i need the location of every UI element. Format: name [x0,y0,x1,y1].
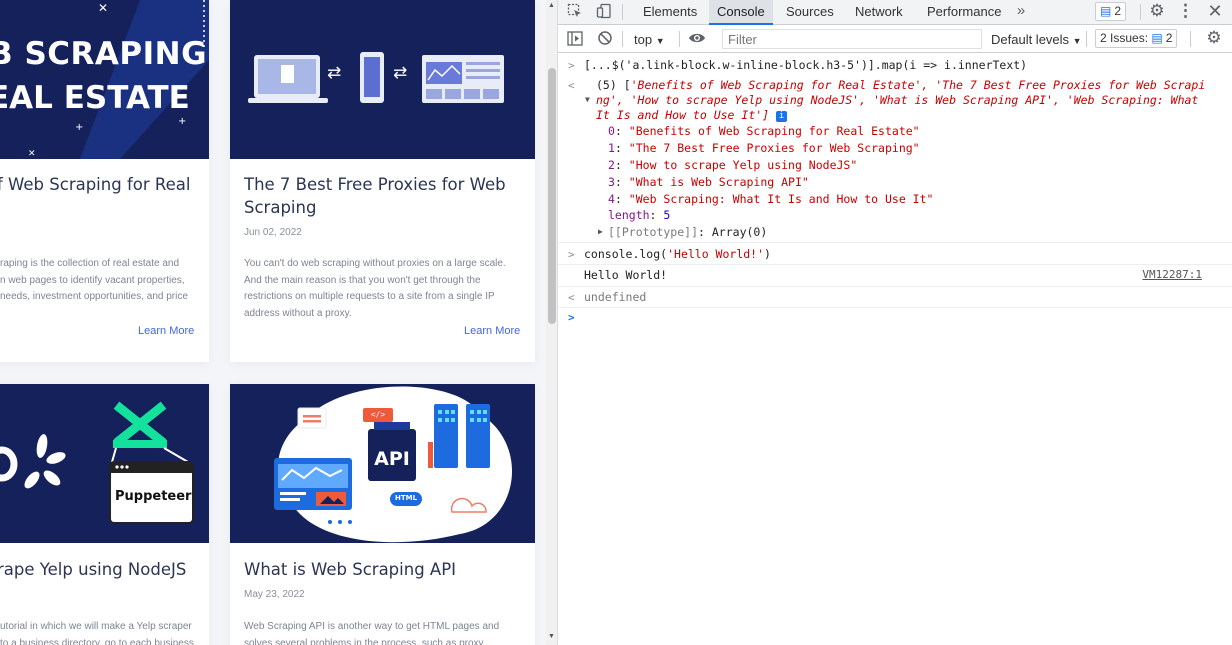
blog-card[interactable]: ✕ + + ✕ B SCRAPING EAL ESTATE f Web Scra… [0,0,209,362]
console-settings-icon[interactable]: ⚙ [1204,28,1224,48]
tab-elements[interactable]: Elements [635,0,705,25]
array-item[interactable]: 2: "How to scrape Yelp using NodeJS" [608,158,857,173]
card-description: utorial in which we will make a Yelp scr… [0,621,194,645]
entry-divider [558,242,1232,243]
input-prompt-icon: > [568,59,575,72]
entry-divider [558,264,1232,265]
proxies-illustration: ⇄ ⇄ [230,0,535,159]
messages-badge[interactable]: ▤ 2 [1095,2,1127,21]
result-arrow-icon: < [568,79,575,92]
card-description: Web Scraping API is another way to get H… [244,621,500,645]
banner-text-line1: B SCRAPING [0,36,208,72]
toolbar-divider [622,4,623,20]
collapsed-triangle-icon[interactable]: ▶ [598,227,603,236]
blog-card[interactable]: Puppeteer rape Yelp using NodeJS utorial… [0,384,209,645]
info-icon[interactable]: i [776,111,788,122]
close-devtools-icon[interactable]: ✕ [1206,1,1224,22]
blog-card[interactable]: API </> HTML What is Web Scraping API Ma… [230,384,535,645]
card-date: May 23, 2022 [244,589,305,600]
console-filter-input[interactable] [722,29,982,49]
svg-text:⇄: ⇄ [327,63,341,83]
yelp-puppeteer-illustration [0,384,209,543]
card-date: Jun 02, 2022 [244,227,302,238]
scroll-up-icon[interactable]: ▲ [548,2,555,9]
svg-text:+: + [178,116,186,127]
settings-gear-icon[interactable]: ⚙ [1146,1,1168,21]
api-label: API [374,448,410,470]
array-preview[interactable]: (5) ['Benefits of Web Scraping for Real … [596,78,1205,93]
more-tabs-icon[interactable]: » [1014,2,1028,19]
svg-text:✕: ✕ [28,149,36,159]
devtools-panel: Elements Console Sources Network Perform… [558,0,1232,645]
array-prototype[interactable]: [[Prototype]]: Array(0) [608,225,767,240]
card-title[interactable]: rape Yelp using NodeJS [0,558,186,581]
puppeteer-label: Puppeteer [115,489,192,504]
context-selector[interactable]: top ▼ [634,32,665,47]
code-tag-label: </> [370,410,386,419]
card-title[interactable]: What is Web Scraping API [244,558,456,581]
log-source-link[interactable]: VM12287:1 [1142,268,1202,281]
card-image: Puppeteer [0,384,209,543]
card-description: You can't do web scraping without proxie… [244,258,506,319]
log-message: Hello World! [584,268,668,282]
console-command[interactable]: [...$('a.link-block.w-inline-block.h3-5'… [584,58,1027,73]
result-arrow-icon: < [568,291,575,304]
array-preview-continued: ng', 'How to scrape Yelp using NodeJS', … [596,93,1199,107]
entry-divider [558,307,1232,308]
card-image: ⇄ ⇄ [230,0,535,159]
log-levels-dropdown[interactable]: Default levels ▼ [991,32,1082,47]
console-command[interactable]: console.log('Hello World!') [584,247,771,262]
tab-performance[interactable]: Performance [919,0,1009,25]
tab-network[interactable]: Network [847,0,911,25]
return-value: undefined [584,290,647,304]
array-preview-continued: It Is and How to Use It'] i [596,108,788,123]
array-item[interactable]: 3: "What is Web Scraping API" [608,175,809,190]
device-toolbar-icon[interactable] [595,3,613,21]
toolbar-divider [622,31,623,47]
learn-more-link[interactable]: Learn More [464,325,520,337]
card-image: ✕ + + ✕ B SCRAPING EAL ESTATE [0,0,209,159]
tab-sources[interactable]: Sources [778,0,842,25]
blog-card[interactable]: ⇄ ⇄ The 7 Best Free Proxies for Web Scra… [230,0,535,362]
issues-icon: ▤ [1151,31,1163,45]
svg-text:⇄: ⇄ [393,63,407,83]
card-description: raping is the collection of real estate … [0,258,188,303]
toolbar-divider [679,31,680,47]
page-scroll-thumb[interactable] [548,68,556,324]
console-toolbar: top ▼ Default levels ▼ 2 Issues: ▤2 ⚙ [558,26,1232,53]
scroll-down-icon[interactable]: ▼ [548,633,555,640]
svg-text:✕: ✕ [98,1,108,15]
inspect-element-icon[interactable] [566,3,584,21]
card-image: API </> HTML [230,384,535,543]
array-item[interactable]: 4: "Web Scraping: What It Is and How to … [608,192,933,207]
expand-triangle-icon[interactable]: ▼ [585,95,590,104]
banner-text-line2: EAL ESTATE [0,80,190,116]
devtools-tabbar: Elements Console Sources Network Perform… [558,0,1232,25]
toolbar-divider [1190,31,1191,47]
clear-console-icon[interactable] [596,30,614,49]
page-scrollbar[interactable]: ▲ ▼ [546,0,558,645]
issues-button[interactable]: 2 Issues: ▤ 2 [1095,29,1178,48]
webpage-viewport: ✕ + + ✕ B SCRAPING EAL ESTATE f Web Scra… [0,0,546,645]
console-input-prompt-icon[interactable]: > [568,311,575,324]
tab-console[interactable]: Console [709,0,773,25]
toolbar-divider [1140,4,1141,20]
live-expression-eye-icon[interactable] [687,31,707,48]
card-title[interactable]: f Web Scraping for Real [0,173,190,196]
html-tag-label: HTML [394,494,418,502]
more-options-icon[interactable]: ⋮ [1177,1,1194,21]
svg-text:+: + [75,122,83,133]
sidebar-toggle-icon[interactable] [566,31,584,49]
array-item[interactable]: 1: "The 7 Best Free Proxies for Web Scra… [608,141,920,156]
entry-divider [558,286,1232,287]
input-prompt-icon: > [568,248,575,261]
learn-more-link[interactable]: Learn More [138,325,194,337]
array-item[interactable]: 0: "Benefits of Web Scraping for Real Es… [608,124,920,139]
card-title[interactable]: The 7 Best Free Proxies for Web Scraping [244,173,524,219]
array-length: length: 5 [608,208,671,222]
toolbar-divider [1086,31,1087,47]
dropdown-arrow-icon: ▼ [655,36,665,46]
message-icon: ▤ [1100,4,1112,18]
dropdown-arrow-icon: ▼ [1072,36,1082,46]
